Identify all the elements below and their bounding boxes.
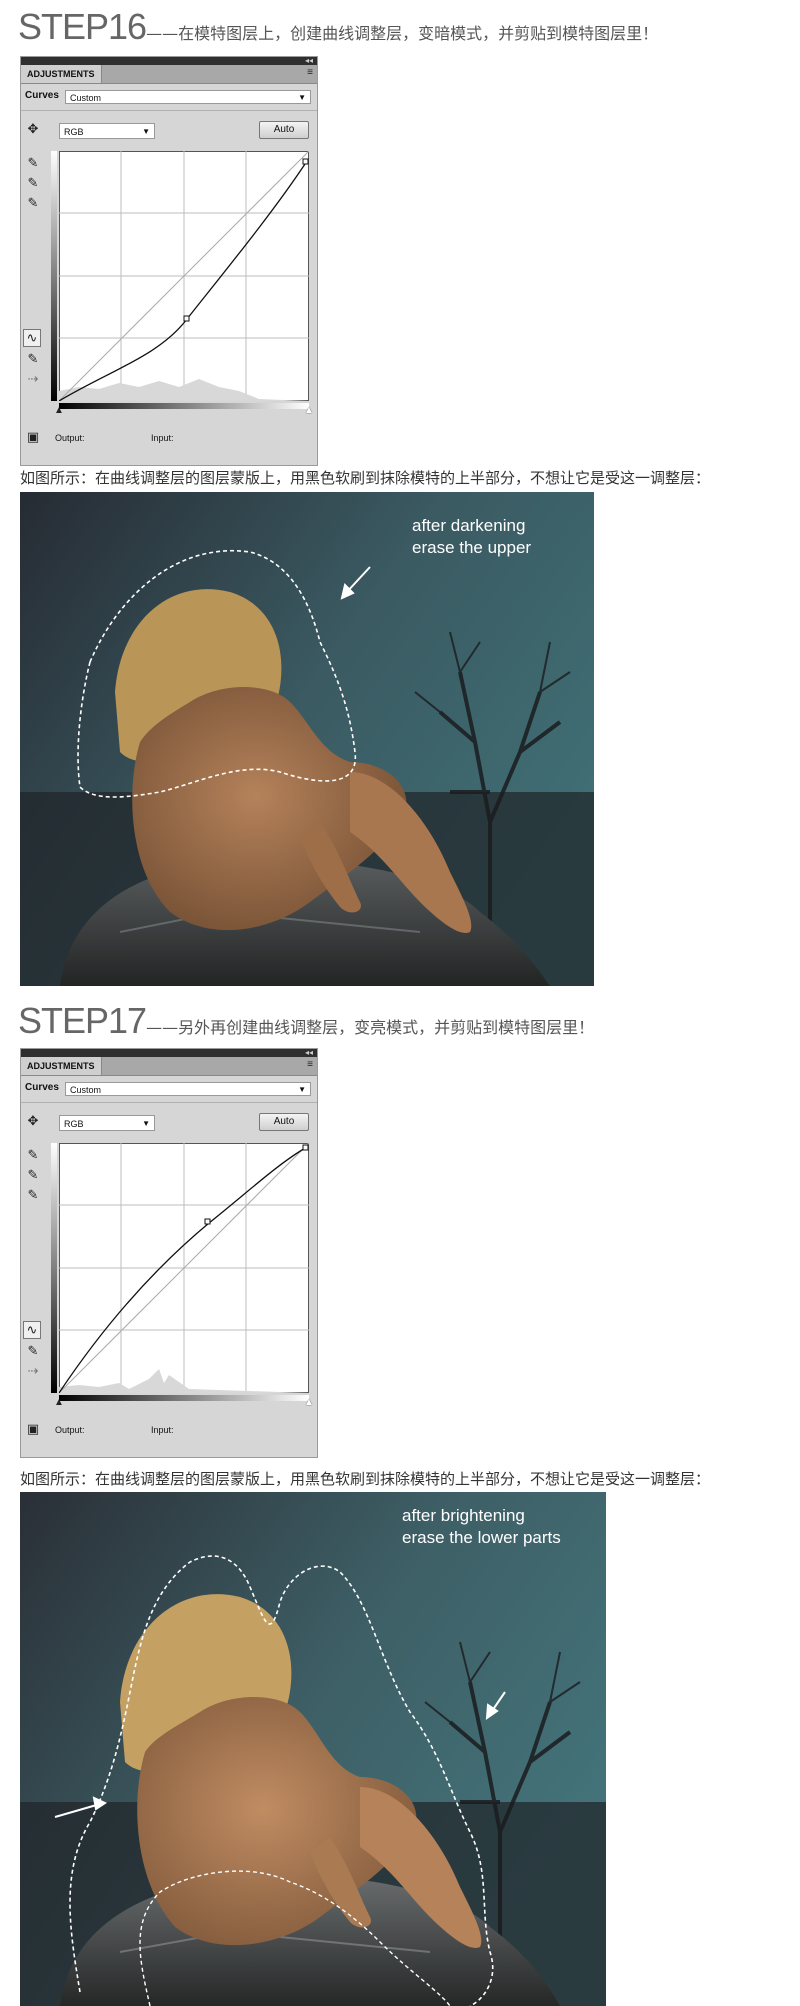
on-image-adjust-icon[interactable]: ✥ (25, 1113, 41, 1129)
preset-dropdown[interactable]: Custom ▼ (65, 1082, 311, 1096)
preset-value: Custom (70, 93, 102, 103)
step17-description: 另外再创建曲线调整层，变亮模式，并剪贴到模特图层里！ (178, 1018, 595, 1037)
step16-annotation-line2: erase the upper (412, 538, 532, 557)
panel-menu-icon[interactable]: ≡ (307, 67, 313, 78)
curve-control-point (204, 1218, 211, 1225)
step16-dash: —— (146, 24, 179, 43)
step16-photo: after darkening erase the upper (20, 492, 594, 986)
chevron-down-icon: ▼ (298, 1085, 306, 1094)
black-point-slider-icon[interactable]: ▲ (51, 403, 67, 419)
curves-graph[interactable] (59, 1143, 309, 1393)
auto-button[interactable]: Auto (259, 1113, 309, 1131)
curves-label: Curves (25, 90, 59, 101)
black-point-eyedropper-icon[interactable]: ✎ (25, 155, 41, 171)
output-gradient-bar (51, 1143, 57, 1393)
input-label: Input: (151, 433, 174, 443)
step17-dash: —— (146, 1018, 179, 1037)
gray-point-eyedropper-icon[interactable]: ✎ (25, 175, 41, 191)
curves-preset-row: Curves Custom ▼ (21, 1076, 317, 1103)
panel-titlebar: ADJUSTMENTS ≡ (21, 65, 317, 84)
white-point-slider-icon[interactable]: ▲ (301, 1395, 317, 1411)
curve-point-tool-icon[interactable]: ∿ (23, 1321, 41, 1339)
step16-annotation-line1: after darkening (412, 516, 526, 535)
clip-to-layer-icon[interactable]: ▣ (25, 429, 41, 445)
chevron-down-icon: ▼ (298, 93, 306, 102)
preset-value: Custom (70, 1085, 102, 1095)
curve-control-point (183, 315, 190, 322)
clip-to-layer-icon[interactable]: ▣ (25, 1421, 41, 1437)
pencil-icon[interactable]: ✎ (25, 1343, 41, 1359)
chevron-down-icon: ▼ (142, 127, 150, 136)
step17-caption: 如图所示：在曲线调整层的图层蒙版上，用黑色软刷到抹除模特的上半部分，不想让它是受… (20, 1470, 711, 1488)
black-point-slider-icon[interactable]: ▲ (51, 1395, 67, 1411)
step17-heading: STEP17——另外再创建曲线调整层，变亮模式，并剪贴到模特图层里！ (18, 1000, 594, 1042)
curve-endpoint (302, 158, 309, 165)
output-label: Output: (55, 1425, 85, 1435)
channel-dropdown[interactable]: RGB ▼ (59, 1115, 155, 1131)
panel-collapse-button[interactable]: ◂◂ (305, 56, 313, 65)
panel-topbar: ◂◂ (21, 1048, 317, 1057)
white-point-slider-icon[interactable]: ▲ (301, 403, 317, 419)
smooth-icon[interactable]: ⇢ (25, 1363, 41, 1379)
white-point-eyedropper-icon[interactable]: ✎ (25, 195, 41, 211)
curves-preset-row: Curves Custom ▼ (21, 84, 317, 111)
gray-point-eyedropper-icon[interactable]: ✎ (25, 1167, 41, 1183)
on-image-adjust-icon[interactable]: ✥ (25, 121, 41, 137)
smooth-icon[interactable]: ⇢ (25, 371, 41, 387)
step17-photo-art (20, 1492, 606, 2006)
preset-dropdown[interactable]: Custom ▼ (65, 90, 311, 104)
panel-menu-icon[interactable]: ≡ (307, 1059, 313, 1070)
output-gradient-bar (51, 151, 57, 401)
tab-adjustments[interactable]: ADJUSTMENTS (21, 65, 102, 83)
curves-label: Curves (25, 1082, 59, 1093)
chevron-down-icon: ▼ (142, 1119, 150, 1128)
channel-dropdown[interactable]: RGB ▼ (59, 123, 155, 139)
channel-value: RGB (64, 127, 84, 137)
step16-heading: STEP16——在模特图层上，创建曲线调整层，变暗模式，并剪贴到模特图层里！ (18, 6, 658, 48)
step17-annotation-line2: erase the lower parts (402, 1528, 561, 1547)
adjustments-panel-step17: ◂◂ ADJUSTMENTS ≡ Curves Custom ▼ ✥ RGB ▼ A… (20, 1048, 318, 1458)
black-point-eyedropper-icon[interactable]: ✎ (25, 1147, 41, 1163)
auto-button[interactable]: Auto (259, 121, 309, 139)
tab-adjustments[interactable]: ADJUSTMENTS (21, 1057, 102, 1075)
step16-number: STEP16 (18, 6, 147, 47)
input-gradient-bar (59, 1395, 309, 1401)
panel-collapse-button[interactable]: ◂◂ (305, 1048, 313, 1057)
step16-caption: 如图所示：在曲线调整层的图层蒙版上，用黑色软刷到抹除模特的上半部分，不想让它是受… (20, 469, 711, 487)
step17-annotation-line1: after brightening (402, 1506, 525, 1525)
step17-photo: after brightening erase the lower parts (20, 1492, 606, 2006)
curves-graph[interactable] (59, 151, 309, 401)
step16-description: 在模特图层上，创建曲线调整层，变暗模式，并剪贴到模特图层里！ (178, 24, 659, 43)
curve-endpoint (302, 1144, 309, 1151)
pencil-icon[interactable]: ✎ (25, 351, 41, 367)
channel-value: RGB (64, 1119, 84, 1129)
step17-number: STEP17 (18, 1000, 147, 1041)
white-point-eyedropper-icon[interactable]: ✎ (25, 1187, 41, 1203)
input-gradient-bar (59, 403, 309, 409)
step16-photo-art (20, 492, 594, 986)
panel-topbar: ◂◂ (21, 56, 317, 65)
curve-point-tool-icon[interactable]: ∿ (23, 329, 41, 347)
adjustments-panel-step16: ◂◂ ADJUSTMENTS ≡ Curves Custom ▼ ✥ RGB ▼ A… (20, 56, 318, 466)
panel-titlebar: ADJUSTMENTS ≡ (21, 1057, 317, 1076)
output-label: Output: (55, 433, 85, 443)
input-label: Input: (151, 1425, 174, 1435)
